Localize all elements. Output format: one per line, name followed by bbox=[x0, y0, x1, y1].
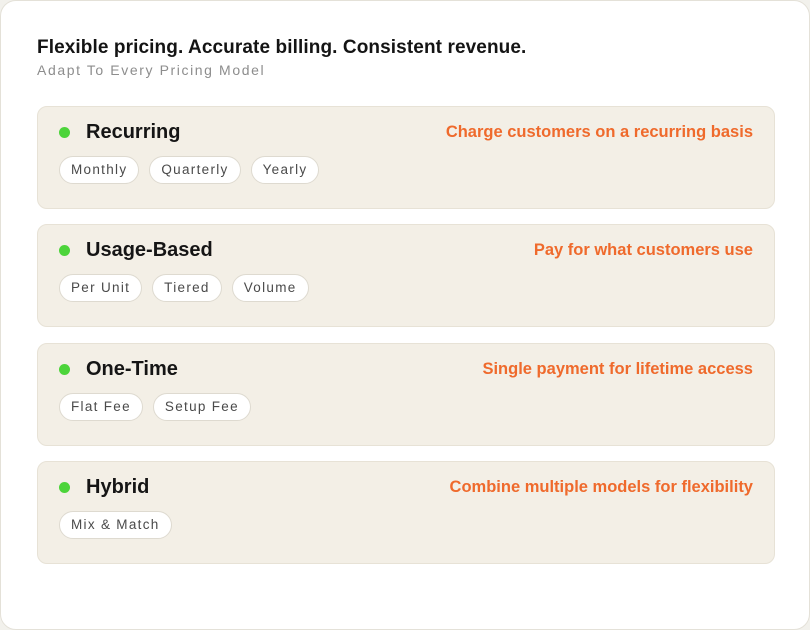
model-description: Charge customers on a recurring basis bbox=[445, 123, 753, 141]
model-card-one-time: One-Time Single payment for lifetime acc… bbox=[37, 343, 775, 446]
page-subtitle: Adapt To Every Pricing Model bbox=[37, 62, 266, 78]
model-card-recurring: Recurring Charge customers on a recurrin… bbox=[37, 106, 775, 209]
tag-volume[interactable]: Volume bbox=[231, 274, 309, 302]
page-title: Flexible pricing. Accurate billing. Cons… bbox=[37, 37, 527, 58]
model-name: Hybrid bbox=[86, 476, 150, 498]
tag-monthly[interactable]: Monthly bbox=[59, 156, 140, 184]
model-name: Usage-Based bbox=[86, 239, 213, 261]
tag-setup-fee[interactable]: Setup Fee bbox=[152, 393, 251, 421]
pricing-card: Flexible pricing. Accurate billing. Cons… bbox=[0, 0, 810, 630]
model-description: Single payment for lifetime access bbox=[482, 360, 753, 378]
model-description: Combine multiple models for flexibility bbox=[449, 478, 753, 496]
tag-flat-fee[interactable]: Flat Fee bbox=[59, 393, 143, 421]
tag-yearly[interactable]: Yearly bbox=[250, 156, 320, 184]
tag-mix-and-match[interactable]: Mix & Match bbox=[59, 511, 172, 539]
tag-quarterly[interactable]: Quarterly bbox=[149, 156, 241, 184]
tag-tiered[interactable]: Tiered bbox=[152, 274, 222, 302]
model-card-hybrid: Hybrid Combine multiple models for flexi… bbox=[37, 461, 775, 564]
tag-list: Flat Fee Setup Fee bbox=[59, 393, 251, 421]
tag-list: Per Unit Tiered Volume bbox=[59, 274, 309, 302]
status-dot-icon bbox=[59, 127, 70, 138]
tag-list: Monthly Quarterly Yearly bbox=[59, 156, 320, 184]
status-dot-icon bbox=[59, 364, 70, 375]
model-name: Recurring bbox=[86, 121, 181, 143]
status-dot-icon bbox=[59, 482, 70, 493]
model-description: Pay for what customers use bbox=[533, 241, 753, 259]
status-dot-icon bbox=[59, 245, 70, 256]
model-name: One-Time bbox=[86, 358, 178, 380]
model-card-usage-based: Usage-Based Pay for what customers use P… bbox=[37, 224, 775, 327]
tag-per-unit[interactable]: Per Unit bbox=[59, 274, 143, 302]
tag-list: Mix & Match bbox=[59, 511, 172, 539]
